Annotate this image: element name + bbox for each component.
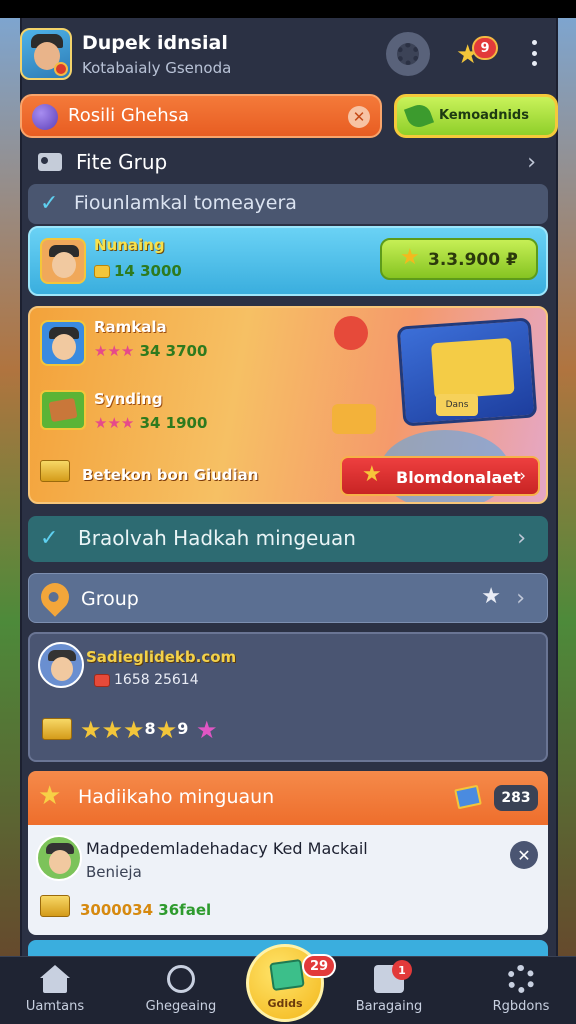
book-icon[interactable] xyxy=(454,784,482,810)
avatar xyxy=(40,238,86,284)
price-button[interactable]: ★ 3.3.900 ₽ xyxy=(380,238,538,280)
game-screen xyxy=(430,337,515,400)
close-icon[interactable]: ✕ xyxy=(348,106,370,128)
star-icon[interactable]: ★ xyxy=(481,584,501,609)
file-group-row[interactable]: Fite Grup › xyxy=(20,144,558,180)
message-title: Madpedemladehadacy Ked Mackail xyxy=(86,839,368,858)
weekly-section-header[interactable]: ✓ Braolvah Hadkah mingeuan › xyxy=(28,516,548,562)
center-play-label: Gdids xyxy=(267,997,303,1010)
message-card[interactable]: Madpedemladehadacy Ked Mackail Benieja ✕… xyxy=(28,825,548,935)
check-icon: ✓ xyxy=(40,526,59,551)
section-header[interactable]: ✓ Fiounlamkal tomeayera xyxy=(28,184,548,224)
feature-footer-text: Betekon bon Giudian xyxy=(82,466,259,484)
feature-action-button[interactable]: ★ Blomdonalaet › xyxy=(340,456,540,496)
settings-button[interactable] xyxy=(386,32,430,76)
folder-icon xyxy=(38,153,62,171)
nav-social[interactable]: Ghegeaing xyxy=(126,965,236,1021)
player-card[interactable]: Sadieglidekb.com 1658 25614 ★★★8★9 ★ xyxy=(28,632,548,762)
game-sign: Dans xyxy=(436,394,478,416)
player-rating: ★★★ 34 3700 xyxy=(94,342,208,360)
gold-bar-icon xyxy=(40,460,70,482)
status-bar xyxy=(0,0,576,18)
section-title: Fiounlamkal tomeayera xyxy=(74,192,297,214)
cog-icon xyxy=(507,965,535,993)
weekly-reward-title: Hadiikaho minguaun xyxy=(78,786,275,808)
app-subtitle: Kotabaialy Gsenoda xyxy=(82,59,232,77)
nav-social-label: Ghegeaing xyxy=(145,999,217,1014)
background-scene-right xyxy=(558,18,576,1024)
ornament-icon xyxy=(334,316,368,350)
weekly-reward-header: ★ Hadiikaho minguaun 283 xyxy=(28,771,548,825)
gold-bar-icon xyxy=(42,718,72,740)
coin-icon xyxy=(94,265,110,278)
orb-icon xyxy=(32,104,58,130)
nav-home[interactable]: Uamtans xyxy=(0,965,110,1021)
group-row[interactable]: Group ★ › xyxy=(28,573,548,623)
face-icon xyxy=(52,252,76,278)
group-title: Group xyxy=(81,588,139,610)
level-badge-icon xyxy=(54,62,68,76)
nav-gift-label: Baragaing xyxy=(355,999,423,1014)
avatar xyxy=(36,835,82,881)
box-icon xyxy=(269,958,305,992)
avatar[interactable] xyxy=(20,28,72,80)
crate-icon xyxy=(40,390,86,430)
star-icon: ★ xyxy=(362,462,382,487)
player-stats: 14 3000 xyxy=(94,262,182,280)
feature-action-label: Blomdonalaet xyxy=(396,468,521,487)
player-rating: ★★★8★9 ★ xyxy=(80,716,218,744)
player-card-blue[interactable]: Nunaing 14 3000 ★ 3.3.900 ₽ xyxy=(28,226,548,296)
close-icon[interactable]: ✕ xyxy=(510,841,538,869)
gear-icon xyxy=(397,43,419,65)
chevron-right-icon: › xyxy=(527,149,536,175)
home-icon xyxy=(40,965,70,993)
center-badge: 29 xyxy=(302,954,336,978)
more-icon[interactable] xyxy=(532,40,538,66)
nav-settings[interactable]: Rgbdons xyxy=(466,965,576,1021)
message-amount: 3000034 36fael xyxy=(80,901,212,919)
coin-stack-icon xyxy=(332,404,376,434)
nav-settings-label: Rgbdons xyxy=(492,999,550,1014)
star-icon: ★ xyxy=(38,781,62,811)
player-rating: ★★★ 34 1900 xyxy=(94,414,208,432)
player-name: Nunaing xyxy=(94,236,165,254)
file-group-label: Fite Grup xyxy=(76,150,168,174)
chevron-right-icon: › xyxy=(517,526,526,551)
search-input[interactable]: Rosili Ghehsa xyxy=(68,105,189,126)
face-icon xyxy=(51,657,73,681)
check-icon: ✓ xyxy=(40,191,59,216)
nav-home-label: Uamtans xyxy=(25,999,85,1014)
avatar xyxy=(40,320,86,366)
chevron-right-icon: › xyxy=(519,466,526,486)
background-scene-left xyxy=(0,18,20,1024)
player-name: Ramkala xyxy=(94,318,167,336)
search-bar[interactable]: Rosili Ghehsa ✕ xyxy=(20,94,382,138)
count-badge: 283 xyxy=(494,785,538,811)
header: Dupek idnsial Kotabaialy Gsenoda ★ 9 xyxy=(20,26,558,86)
promo-button[interactable]: Kemoadnids xyxy=(394,94,558,138)
app-title: Dupek idnsial xyxy=(82,32,228,54)
feature-card: Ramkala ★★★ 34 3700 Synding ★★★ 34 1900 … xyxy=(28,306,548,504)
face-icon xyxy=(49,850,71,874)
ticket-icon xyxy=(94,673,110,687)
weekly-section-title: Braolvah Hadkah mingeuan xyxy=(78,526,356,550)
promo-button-label: Kemoadnids xyxy=(439,108,529,123)
smile-icon xyxy=(167,965,195,993)
gift-badge: 1 xyxy=(392,960,412,980)
message-subtitle: Benieja xyxy=(86,863,142,881)
avatar xyxy=(38,642,84,688)
leaf-icon xyxy=(403,101,435,131)
gold-bar-icon xyxy=(40,895,70,917)
pin-icon xyxy=(35,577,75,617)
face-icon xyxy=(52,334,76,360)
player-name: Synding xyxy=(94,390,163,408)
notification-badge: 9 xyxy=(472,36,498,60)
player-stats: 1658 25614 xyxy=(94,672,199,688)
price-label: 3.3.900 ₽ xyxy=(428,250,518,270)
achievements-button[interactable]: ★ 9 xyxy=(456,36,500,72)
nav-gift[interactable]: Baragaing xyxy=(334,965,444,1021)
star-icon: ★ xyxy=(400,245,420,270)
chevron-right-icon: › xyxy=(516,586,525,611)
player-name: Sadieglidekb.com xyxy=(86,648,237,666)
